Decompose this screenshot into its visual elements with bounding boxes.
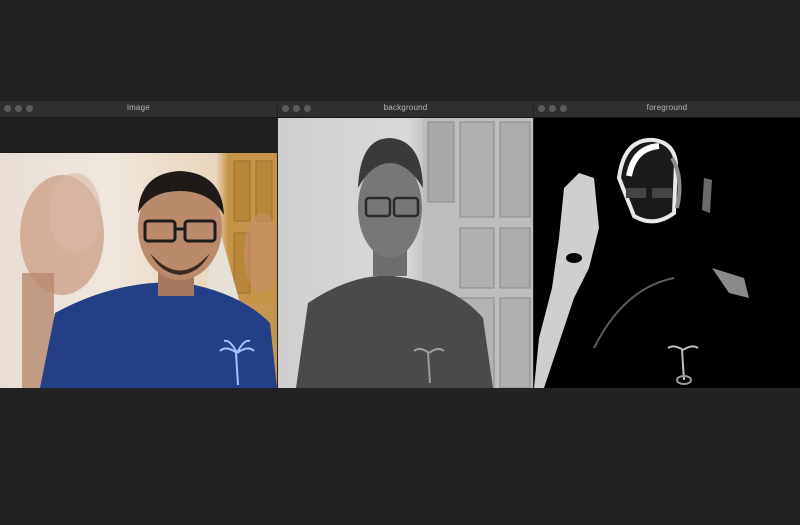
person-waving-image — [20, 153, 277, 388]
window-titlebar[interactable]: image — [0, 101, 277, 118]
window-title: background — [383, 103, 428, 112]
window-titlebar[interactable]: foreground — [534, 101, 800, 118]
window-title: foreground — [646, 103, 688, 112]
webcam-color-frame — [0, 153, 277, 388]
window-title: image — [127, 103, 150, 112]
foreground-mask-image — [534, 137, 749, 388]
background-model-image — [296, 118, 533, 388]
grayscale-background-frame — [278, 118, 533, 388]
window-titlebar[interactable]: background — [278, 101, 533, 118]
background-window: background — [278, 101, 533, 388]
foreground-window: foreground — [534, 101, 800, 388]
foreground-mask-frame — [534, 118, 800, 388]
window-toolbar-area — [0, 118, 277, 152]
image-window: image — [0, 101, 277, 388]
